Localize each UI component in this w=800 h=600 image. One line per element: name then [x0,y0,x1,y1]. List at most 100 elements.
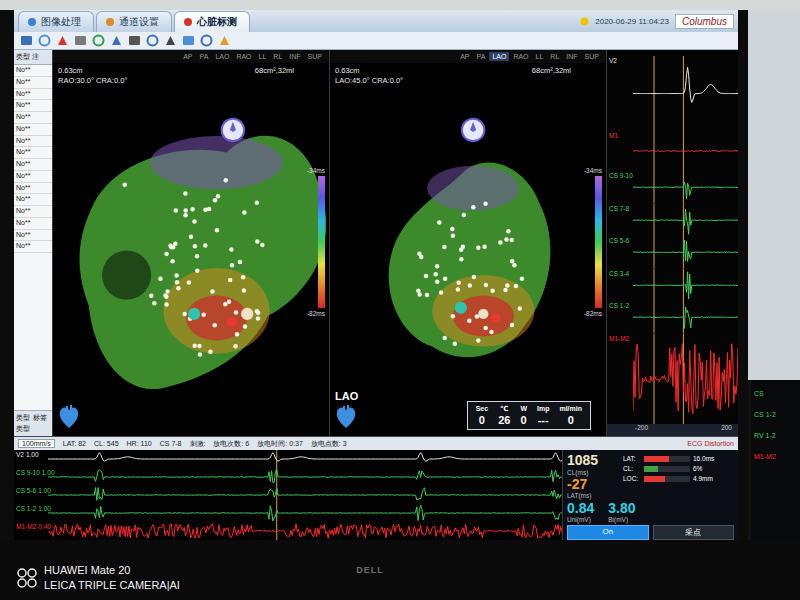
camera-icon[interactable] [164,34,177,47]
camera-watermark: HUAWEI Mate 20LEICA TRIPLE CAMERA|AI [16,564,180,592]
ecg-channel: CS 3-4 [607,269,738,302]
window-icon[interactable] [182,34,195,47]
view-button[interactable]: LL [533,52,547,61]
ecg-channel: CS 5-6 [607,236,738,269]
channel-label: V2 [607,56,633,131]
table-row[interactable]: No** [14,124,52,136]
view-info-left: 0.63cmRAO:30.0° CRA:0.0° [58,66,127,85]
print-icon[interactable] [128,34,141,47]
image-icon[interactable] [218,34,231,47]
channel-label: CS 5-61.00 [14,486,48,504]
bezel-left [0,10,14,540]
view-button[interactable]: INF [286,52,303,61]
table-row[interactable]: No** [14,89,52,101]
scale-min: -82ms [584,310,602,317]
strip-body: V21.00CS 9-101.00CS 5-61.00CS 1-21.00M1-… [14,450,738,540]
screen-icon[interactable] [146,34,159,47]
table-row[interactable]: No** [14,147,52,159]
channel-label: M1-M20.40 [14,522,48,540]
readout-panel: 1085CL(ms)-27LAT(ms)LAT:16.0msCL:6%LOC:4… [562,450,738,540]
uni-readout: 0.84Uni(mV) [567,501,594,523]
activation-map [53,63,329,436]
refresh-icon[interactable] [110,34,123,47]
readout-bar: CL:6% [623,465,734,472]
table-row[interactable]: No** [14,183,52,195]
size-text: 68cm²,32ml [532,66,571,85]
tab[interactable]: 图像处理 [18,11,94,32]
lat-value: -27 [567,477,617,492]
view-button[interactable]: RL [270,52,285,61]
tab[interactable]: 心脏标测 [174,11,250,32]
table-row[interactable]: No** [14,159,52,171]
readout-button[interactable]: 采点 [653,525,735,540]
table-row[interactable]: No** [14,100,52,112]
spacer [335,85,601,390]
ablation-header: W [520,405,527,413]
table-row[interactable]: No** [14,218,52,230]
view-button[interactable]: SUP [305,52,325,61]
view-button[interactable]: AP [457,52,472,61]
scale-bar [318,176,325,307]
second-monitor: CSCS 1-2RV 1-2M1-M2 [748,380,800,540]
size-text: 68cm²,32ml [255,66,294,85]
view-button[interactable]: RAO [233,52,254,61]
table-row[interactable]: No** [14,230,52,242]
view-button[interactable]: PA [474,52,489,61]
tab[interactable]: 通道设置 [96,11,172,32]
view-button[interactable]: AP [180,52,195,61]
cl-unit: CL(ms) [567,469,617,476]
distortion-warning: ECG Distortion [687,440,734,447]
view-button[interactable]: LAO [489,52,509,61]
bi-unit: Bi(mV) [608,516,635,523]
map-canvas[interactable]: -34ms-82ms 0.63cmRAO:30.0° CRA:0.0° 68cm²,… [53,63,329,436]
table-row[interactable]: No** [14,194,52,206]
table-row[interactable]: No** [14,65,52,77]
main-area: 类型注No**No**No**No**No**No**No**No**No**N… [14,50,738,436]
color-scale: -34ms-82ms [295,167,325,316]
strip-info: CS 7-8 [160,440,182,447]
view-button[interactable]: LAO [212,52,232,61]
view-button[interactable]: PA [197,52,212,61]
tool-icon[interactable] [38,34,51,47]
heart-icon[interactable] [56,34,69,47]
orientation [58,404,80,430]
datetime: 2020-06-29 11:04:23 [595,17,669,26]
strip-info: CL: 545 [94,440,119,447]
table-row[interactable]: No** [14,171,52,183]
ecg-channel: CS 9-10 [607,171,738,204]
table-row[interactable]: No** [14,112,52,124]
channel-label: CS 9-101.00 [14,468,48,486]
wrench-icon[interactable] [200,34,213,47]
bar-label: LOC: [623,475,641,482]
bar-fill [644,476,665,482]
view-button[interactable]: LL [256,52,270,61]
view-info: 0.63cmRAO:30.0° CRA:0.0° 68cm²,32ml [58,66,324,85]
ablation-header: ℃ [498,405,510,413]
channel-label: M1-M2 [754,453,797,460]
view-button[interactable]: RAO [510,52,531,61]
angle-text: RAO:30.0° CRA:0.0° [58,76,127,85]
view-button[interactable]: SUP [582,52,602,61]
bar-value: 16.0ms [693,455,714,462]
table-header: 类型注 [14,50,52,65]
view-button[interactable]: INF [563,52,580,61]
bar-label: LAT: [623,455,641,462]
table-row[interactable]: No** [14,206,52,218]
map-canvas[interactable]: -34ms-82ms0.63cmLAO:45.0° CRA:0.0°68cm²,… [330,63,606,436]
bi-readout: 3.80Bi(mV) [608,501,635,523]
channel-trace [633,269,738,302]
monitor: 图像处理通道设置心脏标测2020-06-29 11:04:23Columbus类… [0,10,800,540]
record-icon[interactable] [92,34,105,47]
channel-name: V2 [16,451,24,468]
view-button[interactable]: RL [547,52,562,61]
table-row[interactable]: No** [14,136,52,148]
settings-icon[interactable] [74,34,87,47]
table-footer: 类型标签类型 [14,410,52,436]
table-row[interactable]: No** [14,241,52,253]
speed-select[interactable]: 100mm/s [18,439,55,448]
table-row[interactable]: No** [14,77,52,89]
readout-button[interactable]: On [567,525,649,540]
layout-icon[interactable] [20,34,33,47]
view-label: LAO [335,390,358,402]
scale-bar [595,176,602,307]
